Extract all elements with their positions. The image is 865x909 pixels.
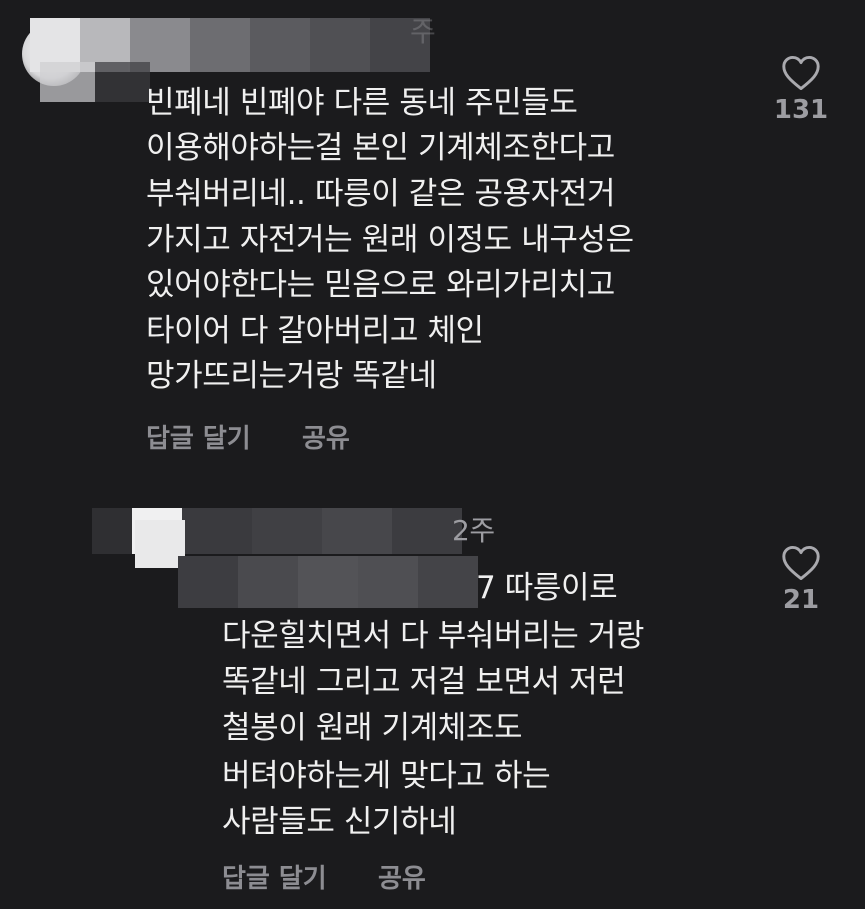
share-button[interactable]: 공유: [302, 418, 350, 455]
comment-text-line: 7 따릉이로: [476, 570, 618, 606]
comment-text-line: 빈폐네 빈폐야 다른 동네 주민들도: [146, 85, 578, 121]
like-group: 21: [766, 545, 836, 615]
comment-text-line: 이용해야하는걸 본인 기계체조한다고: [146, 130, 615, 166]
comment-text-line: 부숴버리네.. 따릉이 같은 공용자전거: [146, 176, 616, 212]
like-count: 21: [782, 585, 820, 615]
censored-text: [178, 556, 478, 608]
heart-outline-icon[interactable]: [781, 55, 821, 91]
reply-button[interactable]: 답글 달기: [146, 418, 251, 455]
heart-outline-icon[interactable]: [781, 545, 821, 581]
comment-time: 주: [410, 15, 436, 48]
reply-button[interactable]: 답글 달기: [222, 858, 327, 895]
share-button[interactable]: 공유: [378, 858, 426, 895]
comment-text-line: 있어야한다는 믿음으로 와리가리치고: [146, 267, 615, 303]
like-count: 131: [773, 95, 829, 125]
comment-text-line: 타이어 다 갈아버리고 체인: [146, 313, 484, 349]
censored-avatar-fragment: [40, 62, 150, 102]
comment-text-line: 버텨야하는게 맞다고 하는: [222, 758, 551, 794]
comment-time: 2주: [452, 514, 495, 547]
comment-text-line: 망가뜨리는거랑 똑같네: [146, 358, 437, 394]
comment-text-line: 철봉이 원래 기계체조도: [222, 710, 523, 746]
comment-text-line: 똑같네 그리고 저걸 보면서 저런: [222, 664, 626, 700]
comment-text-line: 사람들도 신기하네: [222, 804, 457, 840]
comment-text-line: 가지고 자전거는 원래 이정도 내구성은: [146, 222, 634, 258]
comment-text-line: 다운힐치면서 다 부숴버리는 거랑: [222, 618, 645, 654]
like-group: 131: [766, 55, 836, 125]
